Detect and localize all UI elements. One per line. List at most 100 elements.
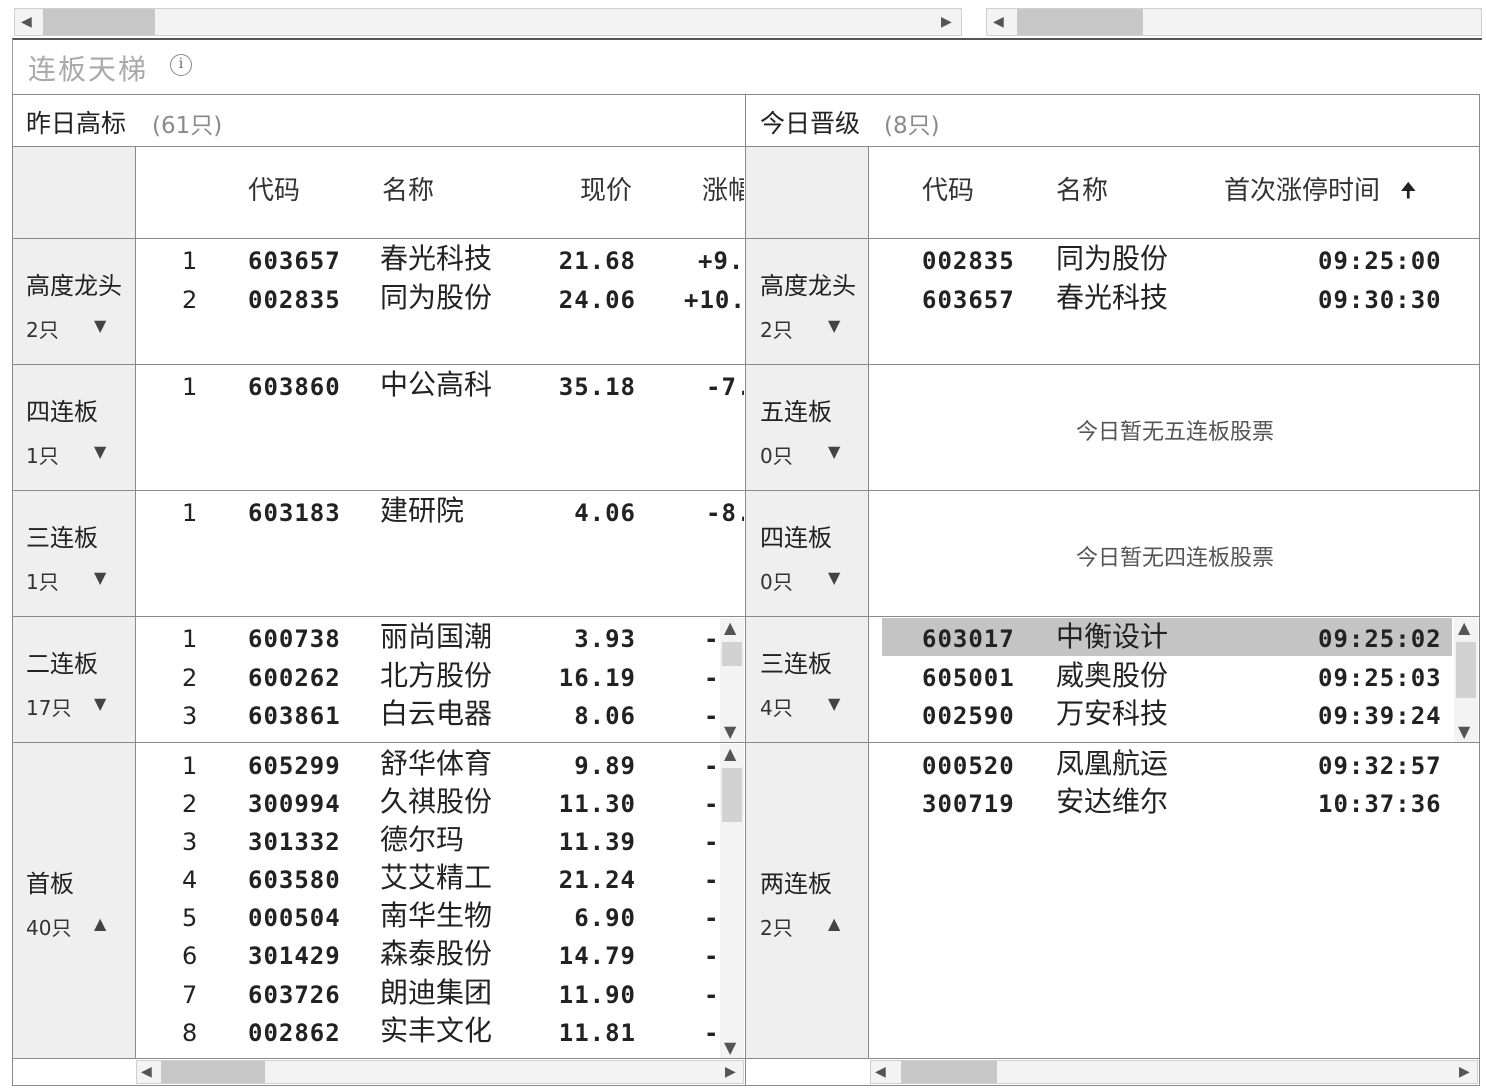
group-count: 1只 [26, 444, 59, 468]
stock-change: +9.9 [698, 249, 744, 273]
scroll-left-arrow-icon[interactable]: ◀ [875, 1065, 886, 1079]
collapse-toggle-icon[interactable]: ▼ [828, 694, 840, 713]
scroll-left-arrow-icon[interactable]: ◀ [141, 1065, 152, 1079]
group-label-five-board: 五连板 [760, 398, 832, 426]
group-count: 0只 [760, 570, 793, 594]
title-bar [12, 38, 1482, 94]
stock-code: 300719 [922, 790, 1015, 818]
group-label-three-board: 三连板 [760, 650, 832, 678]
expand-toggle-icon[interactable]: ▲ [94, 914, 106, 933]
group-scrollbar[interactable]: ▲ ▼ [720, 618, 744, 742]
stock-change: - [704, 792, 718, 816]
scroll-up-arrow-icon[interactable]: ▲ [1458, 620, 1470, 636]
col-header-name[interactable]: 名称 [1056, 170, 1108, 207]
stock-change: -7.0 [706, 375, 744, 399]
info-icon[interactable]: i [170, 54, 192, 76]
stock-change: - [704, 627, 718, 651]
stock-code: 002835 [922, 247, 1015, 275]
scroll-left-arrow-icon[interactable]: ◀ [21, 15, 32, 29]
scroll-down-arrow-icon[interactable]: ▼ [724, 724, 736, 740]
first-limit-time: 09:25:03 [1318, 664, 1442, 692]
col-header-price[interactable]: 现价 [580, 170, 632, 207]
scrollbar-thumb[interactable] [722, 768, 742, 822]
group-count: 2只 [760, 318, 793, 342]
group-count: 1只 [26, 570, 59, 594]
collapse-toggle-icon[interactable]: ▼ [94, 568, 106, 587]
scroll-right-arrow-icon[interactable]: ▶ [725, 1065, 736, 1079]
stock-code: 603657 [248, 247, 341, 275]
collapse-toggle-icon[interactable]: ▼ [828, 568, 840, 587]
row-index: 2 [182, 286, 198, 314]
first-limit-time: 09:25:02 [1318, 625, 1442, 653]
stock-change: - [704, 830, 718, 854]
group-count: 17只 [26, 696, 72, 720]
stock-name: 艾艾精工 [380, 861, 493, 894]
scroll-right-arrow-icon[interactable]: ▶ [1459, 1065, 1470, 1079]
right-panel-count: (8只) [884, 113, 940, 139]
stock-code: 605299 [248, 752, 341, 780]
stock-code: 000520 [922, 752, 1015, 780]
group-label-height-leader: 高度龙头 [26, 272, 122, 300]
group-label-height-leader: 高度龙头 [760, 272, 856, 300]
top-left-scrollbar[interactable]: ◀ ▶ [14, 8, 962, 36]
stock-price: 8.06 [574, 702, 636, 730]
collapse-toggle-icon[interactable]: ▼ [94, 442, 106, 461]
col-header-name[interactable]: 名称 [382, 170, 434, 207]
row-index: 4 [182, 866, 198, 894]
group-label-two-board: 二连板 [26, 650, 98, 678]
stock-code: 002835 [248, 286, 341, 314]
col-header-first-limit-time[interactable]: 首次涨停时间 [1224, 170, 1380, 207]
sort-ascending-icon[interactable]: 🠉 [1400, 176, 1417, 210]
stock-name: 北方股份 [380, 659, 493, 692]
collapse-toggle-icon[interactable]: ▼ [94, 694, 106, 713]
row-index: 7 [182, 981, 198, 1009]
group-scrollbar[interactable]: ▲ ▼ [1454, 618, 1478, 742]
right-bottom-scrollbar[interactable]: ◀ ▶ [870, 1060, 1478, 1084]
scroll-up-arrow-icon[interactable]: ▲ [724, 746, 736, 762]
group-label-three-board: 三连板 [26, 524, 98, 552]
scroll-right-arrow-icon[interactable]: ▶ [941, 15, 952, 29]
stock-name: 威奥股份 [1056, 659, 1169, 692]
col-header-code[interactable]: 代码 [922, 170, 974, 207]
scrollbar-thumb[interactable] [1017, 9, 1143, 35]
group-scrollbar[interactable]: ▲ ▼ [720, 744, 744, 1058]
left-bottom-scrollbar[interactable]: ◀ ▶ [136, 1060, 744, 1084]
stock-code: 301332 [248, 828, 341, 856]
stock-price: 11.39 [558, 828, 636, 856]
scrollbar-thumb[interactable] [43, 9, 155, 35]
row-index: 1 [182, 499, 198, 527]
row-index: 3 [182, 828, 198, 856]
scrollbar-thumb[interactable] [722, 642, 742, 666]
scroll-up-arrow-icon[interactable]: ▲ [724, 620, 736, 636]
scroll-down-arrow-icon[interactable]: ▼ [1458, 724, 1470, 740]
stock-name: 春光科技 [380, 242, 493, 275]
col-header-change[interactable]: 涨幅 [702, 170, 744, 207]
expand-toggle-icon[interactable]: ▲ [828, 914, 840, 933]
top-right-scrollbar[interactable]: ◀ [986, 8, 1482, 36]
stock-name: 朗迪集团 [380, 976, 493, 1009]
stock-change: - [704, 1021, 718, 1045]
group-label-four-board: 四连板 [760, 524, 832, 552]
stock-price: 9.89 [574, 752, 636, 780]
stock-code: 600738 [248, 625, 341, 653]
scrollbar-thumb[interactable] [161, 1061, 265, 1083]
stock-code: 603017 [922, 625, 1015, 653]
scroll-left-arrow-icon[interactable]: ◀ [993, 15, 1004, 29]
stock-price: 3.93 [574, 625, 636, 653]
collapse-toggle-icon[interactable]: ▼ [94, 316, 106, 335]
scroll-down-arrow-icon[interactable]: ▼ [724, 1040, 736, 1056]
stock-code: 603657 [922, 286, 1015, 314]
stock-price: 35.18 [558, 373, 636, 401]
stock-price: 6.90 [574, 904, 636, 932]
scrollbar-thumb[interactable] [1456, 642, 1476, 698]
collapse-toggle-icon[interactable]: ▼ [828, 316, 840, 335]
scrollbar-thumb[interactable] [901, 1061, 997, 1083]
stock-change: - [704, 704, 718, 728]
collapse-toggle-icon[interactable]: ▼ [828, 442, 840, 461]
col-header-code[interactable]: 代码 [248, 170, 300, 207]
stock-name: 同为股份 [1056, 242, 1169, 275]
stock-code: 603726 [248, 981, 341, 1009]
first-limit-time: 09:25:00 [1318, 247, 1442, 275]
page-title: 连板天梯 [28, 53, 149, 86]
stock-name: 春光科技 [1056, 281, 1169, 314]
